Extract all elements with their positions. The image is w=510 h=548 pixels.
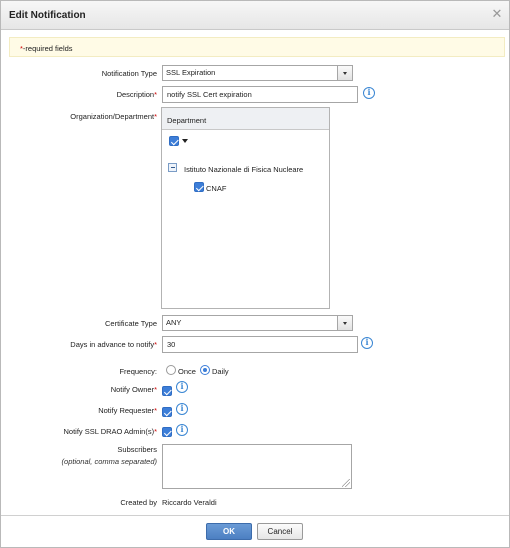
notify-owner-label: Notify Owner* [110, 385, 157, 394]
notification-type-value: SSL Expiration [166, 68, 216, 77]
tree-header-label: Department [167, 116, 207, 125]
info-icon[interactable]: i [176, 424, 188, 436]
subscribers-textarea[interactable] [162, 444, 352, 489]
info-icon[interactable]: i [363, 87, 375, 99]
notify-requester-checkbox[interactable] [162, 407, 172, 417]
info-icon[interactable]: i [361, 337, 373, 349]
notify-owner-checkbox[interactable] [162, 386, 172, 396]
dialog-titlebar: Edit Notification ✕ [1, 1, 509, 30]
ok-button[interactable]: OK [206, 523, 252, 540]
dialog-title: Edit Notification [9, 10, 86, 21]
subscribers-hint: (optional, comma separated) [61, 457, 157, 466]
collapse-icon[interactable] [168, 163, 177, 172]
notify-requester-label: Notify Requester* [98, 406, 157, 415]
tree-org-label: Istituto Nazionale di Fisica Nucleare [184, 165, 304, 174]
notify-admins-label: Notify SSL DRAO Admin(s)* [63, 427, 157, 436]
chevron-down-icon[interactable] [337, 316, 352, 330]
certificate-type-label: Certificate Type [105, 319, 157, 328]
cancel-button[interactable]: Cancel [257, 523, 303, 540]
department-tree: Department Istituto Nazionale di Fisica … [161, 107, 330, 309]
info-icon[interactable]: i [176, 403, 188, 415]
certificate-type-select[interactable]: ANY [162, 315, 353, 331]
description-label: Description* [116, 90, 157, 99]
notification-type-label: Notification Type [101, 69, 157, 78]
frequency-daily-label: Daily [212, 367, 229, 376]
created-by-label: Created by [120, 498, 157, 507]
notify-admins-checkbox[interactable] [162, 427, 172, 437]
description-input[interactable]: notify SSL Cert expiration [162, 86, 358, 103]
subscribers-label: Subscribers [117, 445, 157, 454]
frequency-label: Frequency: [119, 367, 157, 376]
frequency-once-radio[interactable] [166, 365, 176, 375]
organization-label: Organization/Department* [70, 112, 157, 121]
caret-down-icon[interactable] [182, 139, 188, 143]
tree-header: Department [162, 108, 329, 130]
edit-notification-dialog: Edit Notification ✕ *-required fields No… [0, 0, 510, 548]
required-fields-note: *-required fields [20, 44, 73, 53]
frequency-daily-radio[interactable] [200, 365, 210, 375]
required-fields-banner: *-required fields [9, 37, 505, 57]
notification-type-select[interactable]: SSL Expiration [162, 65, 353, 81]
resize-grip-icon[interactable] [342, 479, 350, 487]
frequency-once-label: Once [178, 367, 196, 376]
days-advance-input[interactable]: 30 [162, 336, 358, 353]
select-all-checkbox[interactable] [169, 136, 179, 146]
info-icon[interactable]: i [176, 381, 188, 393]
dept-checkbox[interactable] [194, 182, 204, 192]
days-advance-label: Days in advance to notify* [70, 340, 157, 349]
footer-divider [1, 515, 509, 516]
tree-dept-label: CNAF [206, 184, 227, 193]
chevron-down-icon[interactable] [337, 66, 352, 80]
certificate-type-value: ANY [166, 318, 182, 327]
created-by-value: Riccardo Veraldi [162, 498, 217, 507]
close-icon[interactable]: ✕ [491, 7, 503, 21]
